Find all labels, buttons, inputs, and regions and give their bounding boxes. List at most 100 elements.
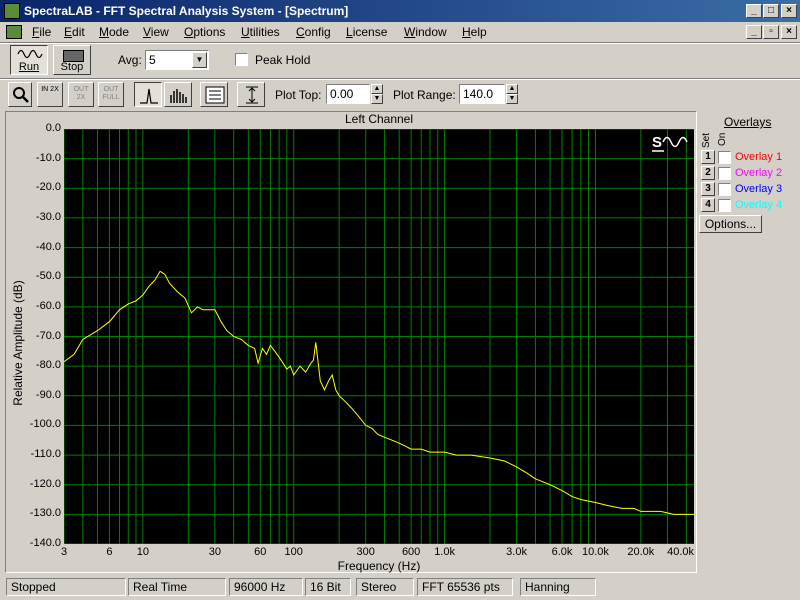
magnifier-icon [13,87,29,103]
avg-label: Avg: [118,53,142,67]
overlay-set-button[interactable]: 4 [701,198,715,212]
window-title: SpectraLAB - FFT Spectral Analysis Syste… [24,4,349,18]
settings-button[interactable] [200,82,228,107]
bar-view-button[interactable] [164,82,192,107]
overlay-on-checkbox[interactable] [718,167,731,180]
chevron-down-icon[interactable]: ▼ [192,52,207,68]
overlays-col-set: Set [701,132,712,148]
spin-down-icon[interactable]: ▼ [506,94,518,104]
spin-up-icon[interactable]: ▲ [506,84,518,94]
status-bar: Stopped Real Time 96000 Hz 16 Bit Stereo FFT … [0,576,800,600]
menu-options[interactable]: Options [184,25,225,39]
separator [0,78,800,80]
zoom-out-full-button[interactable]: OUT FULL [98,82,124,107]
x-tick-label: 3.0k [506,546,527,558]
stop-label: Stop [60,61,84,73]
overlay-on-checkbox[interactable] [718,199,731,212]
menu-view[interactable]: View [143,25,169,39]
y-tick-label: -110.0 [30,448,61,461]
spectralab-logo: S [652,134,688,152]
menu-mode[interactable]: Mode [99,25,129,39]
menu-utilities[interactable]: Utilities [241,25,280,39]
spectrum-trace [64,270,694,515]
app-icon[interactable] [4,3,20,19]
stop-button[interactable]: Stop [53,45,91,75]
plot-top-spinner[interactable]: ▲ ▼ [371,84,383,104]
menu-help[interactable]: Help [462,25,487,39]
plot-range-spinner[interactable]: ▲ ▼ [506,84,518,104]
overlays-title: Overlays [724,115,772,129]
overlays-col-on: On [717,132,728,146]
peak-hold-label: Peak Hold [255,53,311,67]
menu-config[interactable]: Config [296,25,331,39]
overlay-on-checkbox[interactable] [718,151,731,164]
line-view-button[interactable] [134,82,162,107]
overlay-set-button[interactable]: 3 [701,182,715,196]
menu-window[interactable]: Window [404,25,447,39]
avg-select[interactable]: 5 ▼ [145,50,209,70]
svg-text:S: S [652,134,662,151]
x-axis-label: Frequency (Hz) [337,559,421,573]
status-cell: 16 Bit [305,578,351,596]
status-cell: Stopped [6,578,126,596]
doc-close-icon[interactable]: × [781,25,797,39]
x-tick-label: 100 [284,546,303,558]
spin-down-icon[interactable]: ▼ [371,94,383,104]
plot-top-input[interactable]: 0.00 [326,84,370,104]
x-tick-label: 1.0k [434,546,455,558]
y-tick-label: -140.0 [29,537,61,549]
y-tick-label: -20.0 [35,181,61,194]
doc-restore-icon[interactable]: ▫ [763,25,779,39]
peak-hold-checkbox[interactable] [235,53,248,66]
zoom-in-2x-label: IN 2X [41,86,59,93]
close-icon[interactable]: × [781,4,797,18]
menu-edit[interactable]: Edit [64,25,85,39]
avg-value: 5 [149,53,156,67]
run-label: Run [18,61,40,73]
menu-bar: File Edit Mode View Options Utilities Config Li… [0,22,800,42]
x-tick-label: 10 [136,546,149,558]
run-button[interactable]: Run [10,45,48,75]
x-tick-label: 10.0k [581,546,609,558]
menu-license[interactable]: License [346,25,387,39]
plot-range-label: Plot Range: [393,88,456,102]
x-tick-label: 40.0k [667,546,694,558]
bar-graph-icon [170,89,187,103]
y-tick-label: -130.0 [29,507,61,520]
x-tick-label: 300 [356,546,375,558]
maximize-icon[interactable]: □ [763,4,779,18]
overlay-set-button[interactable]: 1 [701,150,715,164]
overlay-label: Overlay 1 [735,151,783,163]
chart-title: Left Channel [344,112,414,126]
menu-file[interactable]: File [32,25,51,39]
status-cell: FFT 65536 pts [417,578,513,596]
plot-top-label: Plot Top: [275,88,322,102]
zoom-out-full-label: OUT FULL [102,86,120,101]
overlay-set-button[interactable]: 2 [701,166,715,180]
zoom-out-2x-button[interactable]: OUT 2X [68,82,94,107]
overlay-label: Overlay 3 [735,183,783,195]
minimize-icon[interactable]: _ [746,4,762,18]
doc-icon[interactable] [6,25,22,39]
zoom-in-2x-button[interactable]: IN 2X [37,82,63,107]
overlay-on-checkbox[interactable] [718,183,731,196]
amplitude-button[interactable] [237,82,265,107]
y-tick-label: -120.0 [29,477,61,490]
x-tick-label: 30 [208,546,221,558]
spectrum-plot[interactable]: S [64,129,694,544]
overlay-label: Overlay 4 [735,199,783,211]
status-cell: Hanning [520,578,596,596]
spin-up-icon[interactable]: ▲ [371,84,383,94]
separator [0,42,800,44]
y-axis-label: Relative Amplitude (dB) [11,280,25,406]
status-cell: 96000 Hz [229,578,303,596]
panel-settings-icon [205,86,225,104]
doc-minimize-icon[interactable]: _ [746,25,762,39]
status-cell: Real Time [128,578,226,596]
title-bar: SpectraLAB - FFT Spectral Analysis Syste… [0,0,800,22]
overlay-options-button[interactable]: Options... [699,215,762,233]
grid [64,129,694,544]
zoom-button[interactable] [8,82,32,107]
plot-range-input[interactable]: 140.0 [459,84,505,104]
y-tick-label: -30.0 [35,210,61,223]
